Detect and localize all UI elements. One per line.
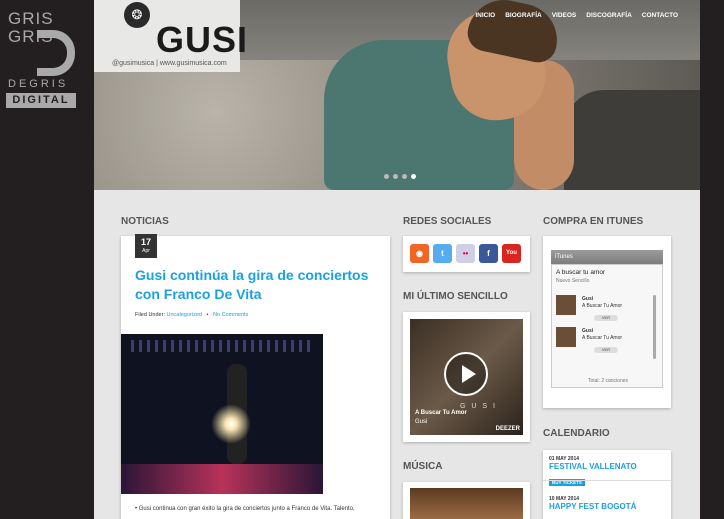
itunes-album-sub: Nuevo Sencillo [556, 278, 590, 284]
itunes-track: Gusi A Buscar Tu Amor VER [556, 295, 656, 321]
single-song: A Buscar Tu Amor [415, 410, 467, 416]
calendar-divider [543, 480, 671, 481]
nav-contacto[interactable]: CONTACTO [642, 12, 678, 19]
nav-discografia[interactable]: DISCOGRAFÍA [586, 12, 632, 19]
calendar-event: 10 MAY 2014 HAPPY FEST BOGOTÁ [549, 496, 665, 511]
right-margin [700, 0, 724, 519]
track-thumbnail [556, 295, 576, 315]
musica-card [403, 482, 530, 519]
section-title-noticias: NOTICIAS [121, 216, 169, 227]
logo-text: GUSI [156, 19, 249, 60]
slider-dot[interactable] [393, 174, 398, 179]
track-song: A Buscar Tu Amor [582, 303, 623, 309]
itunes-total: Total: 2 canciones [587, 378, 629, 384]
itunes-scrollbar[interactable] [653, 295, 656, 359]
slider-dot[interactable] [402, 174, 407, 179]
itunes-widget: A buscar tu amor Nuevo Sencillo Gusi A B… [551, 264, 663, 388]
event-name[interactable]: FESTIVAL VALLENATO [549, 462, 665, 471]
itunes-card: iTunes A buscar tu amor Nuevo Sencillo G… [543, 236, 671, 408]
brand-d-mark [37, 30, 75, 76]
stage-floor [121, 464, 323, 494]
facebook-icon[interactable]: f [479, 244, 498, 263]
single-card: G U S I A Buscar Tu Amor Gusi DEEZER [403, 312, 530, 442]
youtube-icon[interactable]: You [502, 244, 521, 263]
flickr-icon[interactable]: •• [456, 244, 475, 263]
musica-image[interactable] [410, 488, 523, 519]
single-artist-overlay: G U S I [460, 403, 497, 410]
rss-icon[interactable]: ◉ [410, 244, 429, 263]
play-icon[interactable] [444, 352, 488, 396]
section-title-sencillo: MI ÚLTIMO SENCILLO [403, 291, 508, 302]
track-artist: Gusi [582, 296, 594, 302]
post-title[interactable]: Gusi continúa la gira de conciertos con … [135, 266, 375, 304]
post-month: Apr [142, 248, 150, 254]
track-artist: Gusi [582, 328, 594, 334]
section-title-musica: MÚSICA [403, 461, 443, 472]
deezer-logo[interactable]: DEEZER [496, 426, 520, 432]
social-card: ◉ t •• f You [403, 236, 530, 272]
track-thumbnail [556, 327, 576, 347]
twitter-icon[interactable]: t [433, 244, 452, 263]
itunes-track: Gusi A Buscar Tu Amor VER [556, 327, 656, 353]
calendar-event: 01 MAY 2014 FESTIVAL VALLENATO BUY TICKE… [549, 456, 665, 489]
itunes-header: iTunes [551, 250, 663, 264]
slider-dot[interactable] [384, 174, 389, 179]
comments-link[interactable]: No Comments [213, 312, 248, 318]
event-name[interactable]: HAPPY FEST BOGOTÁ [549, 502, 665, 511]
single-artwork[interactable]: G U S I A Buscar Tu Amor Gusi DEEZER [410, 319, 523, 435]
hero-slider[interactable]: ❂ GUSI @gusimusica | www.gusimusica.com … [94, 0, 700, 190]
section-title-itunes: COMPRA EN ITUNES [543, 216, 644, 227]
post-date-badge: 17 Apr [135, 234, 157, 258]
post-image[interactable] [121, 334, 323, 494]
post-day: 17 [140, 237, 151, 247]
itunes-album-title: A buscar tu amor [556, 269, 606, 276]
section-title-redes: REDES SOCIALES [403, 216, 492, 227]
calendar-card: 01 MAY 2014 FESTIVAL VALLENATO BUY TICKE… [543, 450, 671, 519]
post-excerpt: • Gusi continua con gran éxito la gira d… [135, 506, 355, 512]
slider-dots [384, 174, 416, 179]
stage-spotlight [211, 404, 251, 444]
post-meta: Filed Under: Uncategorized • No Comments [135, 312, 249, 318]
hero-rock [564, 90, 700, 190]
site-logo[interactable]: ❂ GUSI @gusimusica | www.gusimusica.com [94, 0, 247, 72]
stage-lights [131, 340, 311, 352]
main-nav: INICIO BIOGRAFÍA VIDEOS DISCOGRAFÍA CONT… [475, 12, 678, 19]
nav-biografia[interactable]: BIOGRAFÍA [505, 12, 541, 19]
brand-sub: DEGRIS [8, 78, 69, 90]
logo-subtitle: @gusimusica | www.gusimusica.com [112, 60, 227, 67]
nav-videos[interactable]: VIDEOS [552, 12, 577, 19]
filed-under-label: Filed Under: [135, 312, 165, 318]
nav-inicio[interactable]: INICIO [475, 12, 495, 19]
track-song: A Buscar Tu Amor [582, 335, 623, 341]
brand-sidebar: GRIS GRIS DEGRIS DIGITAL [0, 0, 94, 519]
single-artist: Gusi [415, 419, 428, 425]
track-ver-button[interactable]: VER [594, 315, 618, 321]
category-link[interactable]: Uncategorized [167, 312, 202, 318]
logo-emblem-icon: ❂ [124, 2, 150, 28]
track-ver-button[interactable]: VER [594, 347, 618, 353]
brand-digital-box: DIGITAL [6, 93, 76, 108]
brand-line-1: GRIS [8, 9, 54, 28]
section-title-calendario: CALENDARIO [543, 428, 610, 439]
slider-dot-active[interactable] [411, 174, 416, 179]
main-page: ❂ GUSI @gusimusica | www.gusimusica.com … [94, 0, 700, 519]
news-post-card: 17 Apr Gusi continúa la gira de conciert… [121, 234, 390, 519]
